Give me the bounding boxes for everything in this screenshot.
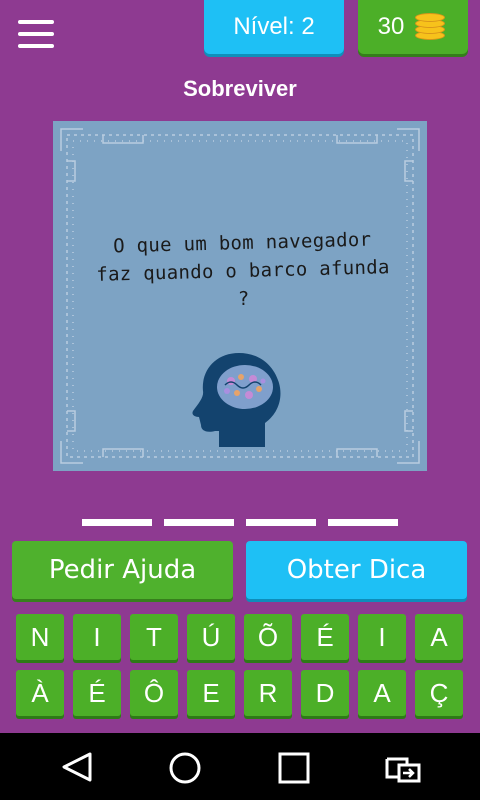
letter-key[interactable]: À bbox=[16, 670, 64, 716]
menu-button[interactable] bbox=[14, 14, 58, 54]
system-nav-bar bbox=[0, 733, 480, 800]
answer-slot[interactable] bbox=[328, 519, 398, 526]
home-circle-icon[interactable] bbox=[168, 751, 202, 785]
page-title: Sobreviver bbox=[183, 76, 297, 101]
screen-switch-icon[interactable] bbox=[383, 751, 423, 785]
answer-slots bbox=[82, 519, 398, 527]
coins-badge[interactable]: 30 bbox=[358, 0, 468, 54]
letter-key[interactable]: A bbox=[415, 614, 463, 660]
letter-key[interactable]: Ú bbox=[187, 614, 235, 660]
letter-key[interactable]: D bbox=[301, 670, 349, 716]
letter-key[interactable]: Ô bbox=[130, 670, 178, 716]
answer-slot[interactable] bbox=[164, 519, 234, 526]
menu-line bbox=[18, 20, 54, 24]
answer-slot[interactable] bbox=[246, 519, 316, 526]
letter-key[interactable]: I bbox=[73, 614, 121, 660]
letter-keyboard: N I T Ú Õ É I A À É Ô E R D A Ç bbox=[16, 614, 470, 726]
puzzle-card: O que um bom navegador faz quando o barc… bbox=[53, 121, 427, 471]
menu-line bbox=[18, 32, 54, 36]
letter-key[interactable]: É bbox=[73, 670, 121, 716]
question-text: O que um bom navegador faz quando o barc… bbox=[92, 225, 394, 317]
help-button[interactable]: Pedir Ajuda bbox=[12, 541, 233, 599]
letter-key[interactable]: Ç bbox=[415, 670, 463, 716]
back-triangle-icon[interactable] bbox=[60, 751, 94, 783]
letter-key[interactable]: E bbox=[187, 670, 235, 716]
letter-key[interactable]: R bbox=[244, 670, 292, 716]
coin-stack-icon bbox=[412, 13, 448, 41]
key-row-2: À É Ô E R D A Ç bbox=[16, 670, 470, 716]
coins-count: 30 bbox=[377, 13, 405, 40]
head-brain-icon bbox=[192, 353, 281, 447]
letter-key[interactable]: I bbox=[358, 614, 406, 660]
level-label: Nível: 2 bbox=[233, 13, 315, 40]
letter-key[interactable]: Õ bbox=[244, 614, 292, 660]
letter-key[interactable]: É bbox=[301, 614, 349, 660]
answer-slot[interactable] bbox=[82, 519, 152, 526]
question-line-2: faz quando o barco afunda ? bbox=[96, 256, 390, 311]
recents-square-icon[interactable] bbox=[277, 751, 311, 785]
letter-key[interactable]: N bbox=[16, 614, 64, 660]
letter-key[interactable]: T bbox=[130, 614, 178, 660]
menu-line bbox=[18, 44, 54, 48]
letter-key[interactable]: A bbox=[358, 670, 406, 716]
hint-button[interactable]: Obter Dica bbox=[246, 541, 467, 599]
level-badge: Nível: 2 bbox=[204, 0, 344, 54]
key-row-1: N I T Ú Õ É I A bbox=[16, 614, 470, 660]
